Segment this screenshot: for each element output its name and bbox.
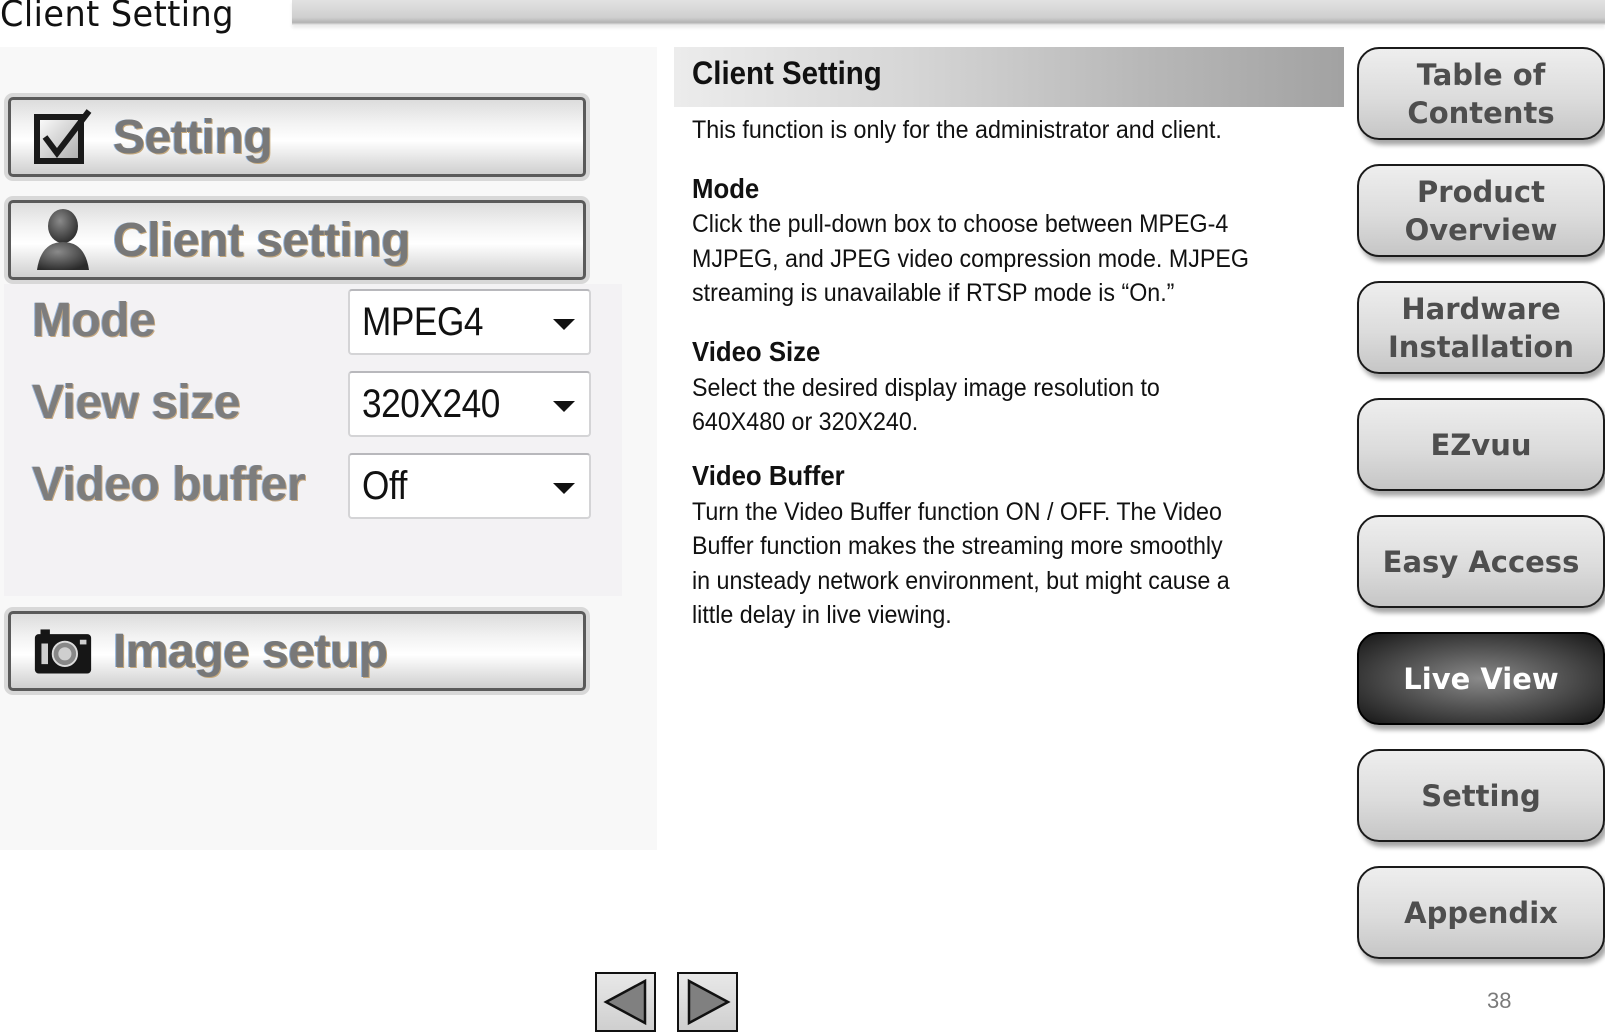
page-title: Client Setting xyxy=(0,0,234,35)
view-size-select[interactable]: 320X240 xyxy=(348,371,591,437)
triangle-left-icon xyxy=(602,978,646,1026)
mode-description-line: MJPEG, and JPEG video compression mode. … xyxy=(692,245,1249,273)
video-size-description-line: Select the desired display image resolut… xyxy=(692,374,1160,402)
nav-easy-access[interactable]: Easy Access xyxy=(1357,515,1605,608)
mode-select[interactable]: MPEG4 xyxy=(348,289,591,355)
form-row-view-size: View size 320X240 xyxy=(4,371,622,441)
mode-label: Mode xyxy=(32,294,156,347)
view-size-label: View size xyxy=(32,376,241,429)
nav-ezvuu[interactable]: EZvuu xyxy=(1357,398,1605,491)
user-icon xyxy=(33,209,93,270)
nav-live-view[interactable]: Live View xyxy=(1357,632,1605,725)
video-buffer-select[interactable]: Off xyxy=(348,453,591,519)
camera-icon xyxy=(33,621,93,681)
intro-text: This function is only for the administra… xyxy=(692,116,1222,144)
nav-hardware-installation[interactable]: Hardware Installation xyxy=(1357,281,1605,374)
menu-button-image-setup[interactable]: Image setup xyxy=(8,611,586,691)
video-buffer-heading: Video Buffer xyxy=(692,460,845,491)
checkbox-icon xyxy=(33,107,93,167)
video-size-description-line: 640X480 or 320X240. xyxy=(692,408,919,436)
nav-appendix[interactable]: Appendix xyxy=(1357,866,1605,959)
title-bar-decoration xyxy=(292,0,1605,25)
triangle-right-icon xyxy=(687,978,731,1026)
video-buffer-description-line: little delay in live viewing. xyxy=(692,601,952,629)
section-header: Client Setting xyxy=(674,47,1344,107)
previous-page-button[interactable] xyxy=(595,972,656,1032)
mode-description-line: streaming is unavailable if RTSP mode is… xyxy=(692,279,1175,307)
video-buffer-description-line: in unsteady network environment, but mig… xyxy=(692,567,1230,595)
client-setting-screenshot: Setting Client setting Mode MPEG4 View s… xyxy=(0,47,657,850)
video-size-heading: Video Size xyxy=(692,336,821,367)
nav-product-overview[interactable]: Product Overview xyxy=(1357,164,1605,257)
video-buffer-description-line: Buffer function makes the streaming more… xyxy=(692,532,1223,560)
menu-button-setting[interactable]: Setting xyxy=(8,97,586,177)
mode-select-value: MPEG4 xyxy=(362,299,484,344)
form-row-video-buffer: Video buffer Off xyxy=(4,453,622,523)
view-size-select-value: 320X240 xyxy=(362,381,500,426)
chevron-down-icon xyxy=(553,483,575,494)
form-row-mode: Mode MPEG4 xyxy=(4,289,622,359)
chevron-down-icon xyxy=(553,401,575,412)
menu-button-label: Image setup xyxy=(113,624,388,678)
chevron-down-icon xyxy=(553,319,575,330)
client-setting-form: Mode MPEG4 View size 320X240 Video buffe… xyxy=(4,284,622,596)
section-title: Client Setting xyxy=(692,55,882,91)
mode-heading: Mode xyxy=(692,173,760,204)
page-number: 38 xyxy=(1487,988,1512,1013)
mode-description-line: Click the pull-down box to choose betwee… xyxy=(692,210,1229,238)
menu-button-label: Client setting xyxy=(113,213,411,267)
video-buffer-label: Video buffer xyxy=(32,458,306,511)
video-buffer-description-line: Turn the Video Buffer function ON / OFF.… xyxy=(692,498,1222,526)
next-page-button[interactable] xyxy=(677,972,738,1032)
nav-setting[interactable]: Setting xyxy=(1357,749,1605,842)
menu-button-label: Setting xyxy=(113,110,273,164)
video-buffer-select-value: Off xyxy=(362,463,407,508)
menu-button-client-setting[interactable]: Client setting xyxy=(8,200,586,280)
nav-table-of-contents[interactable]: Table of Contents xyxy=(1357,47,1605,140)
